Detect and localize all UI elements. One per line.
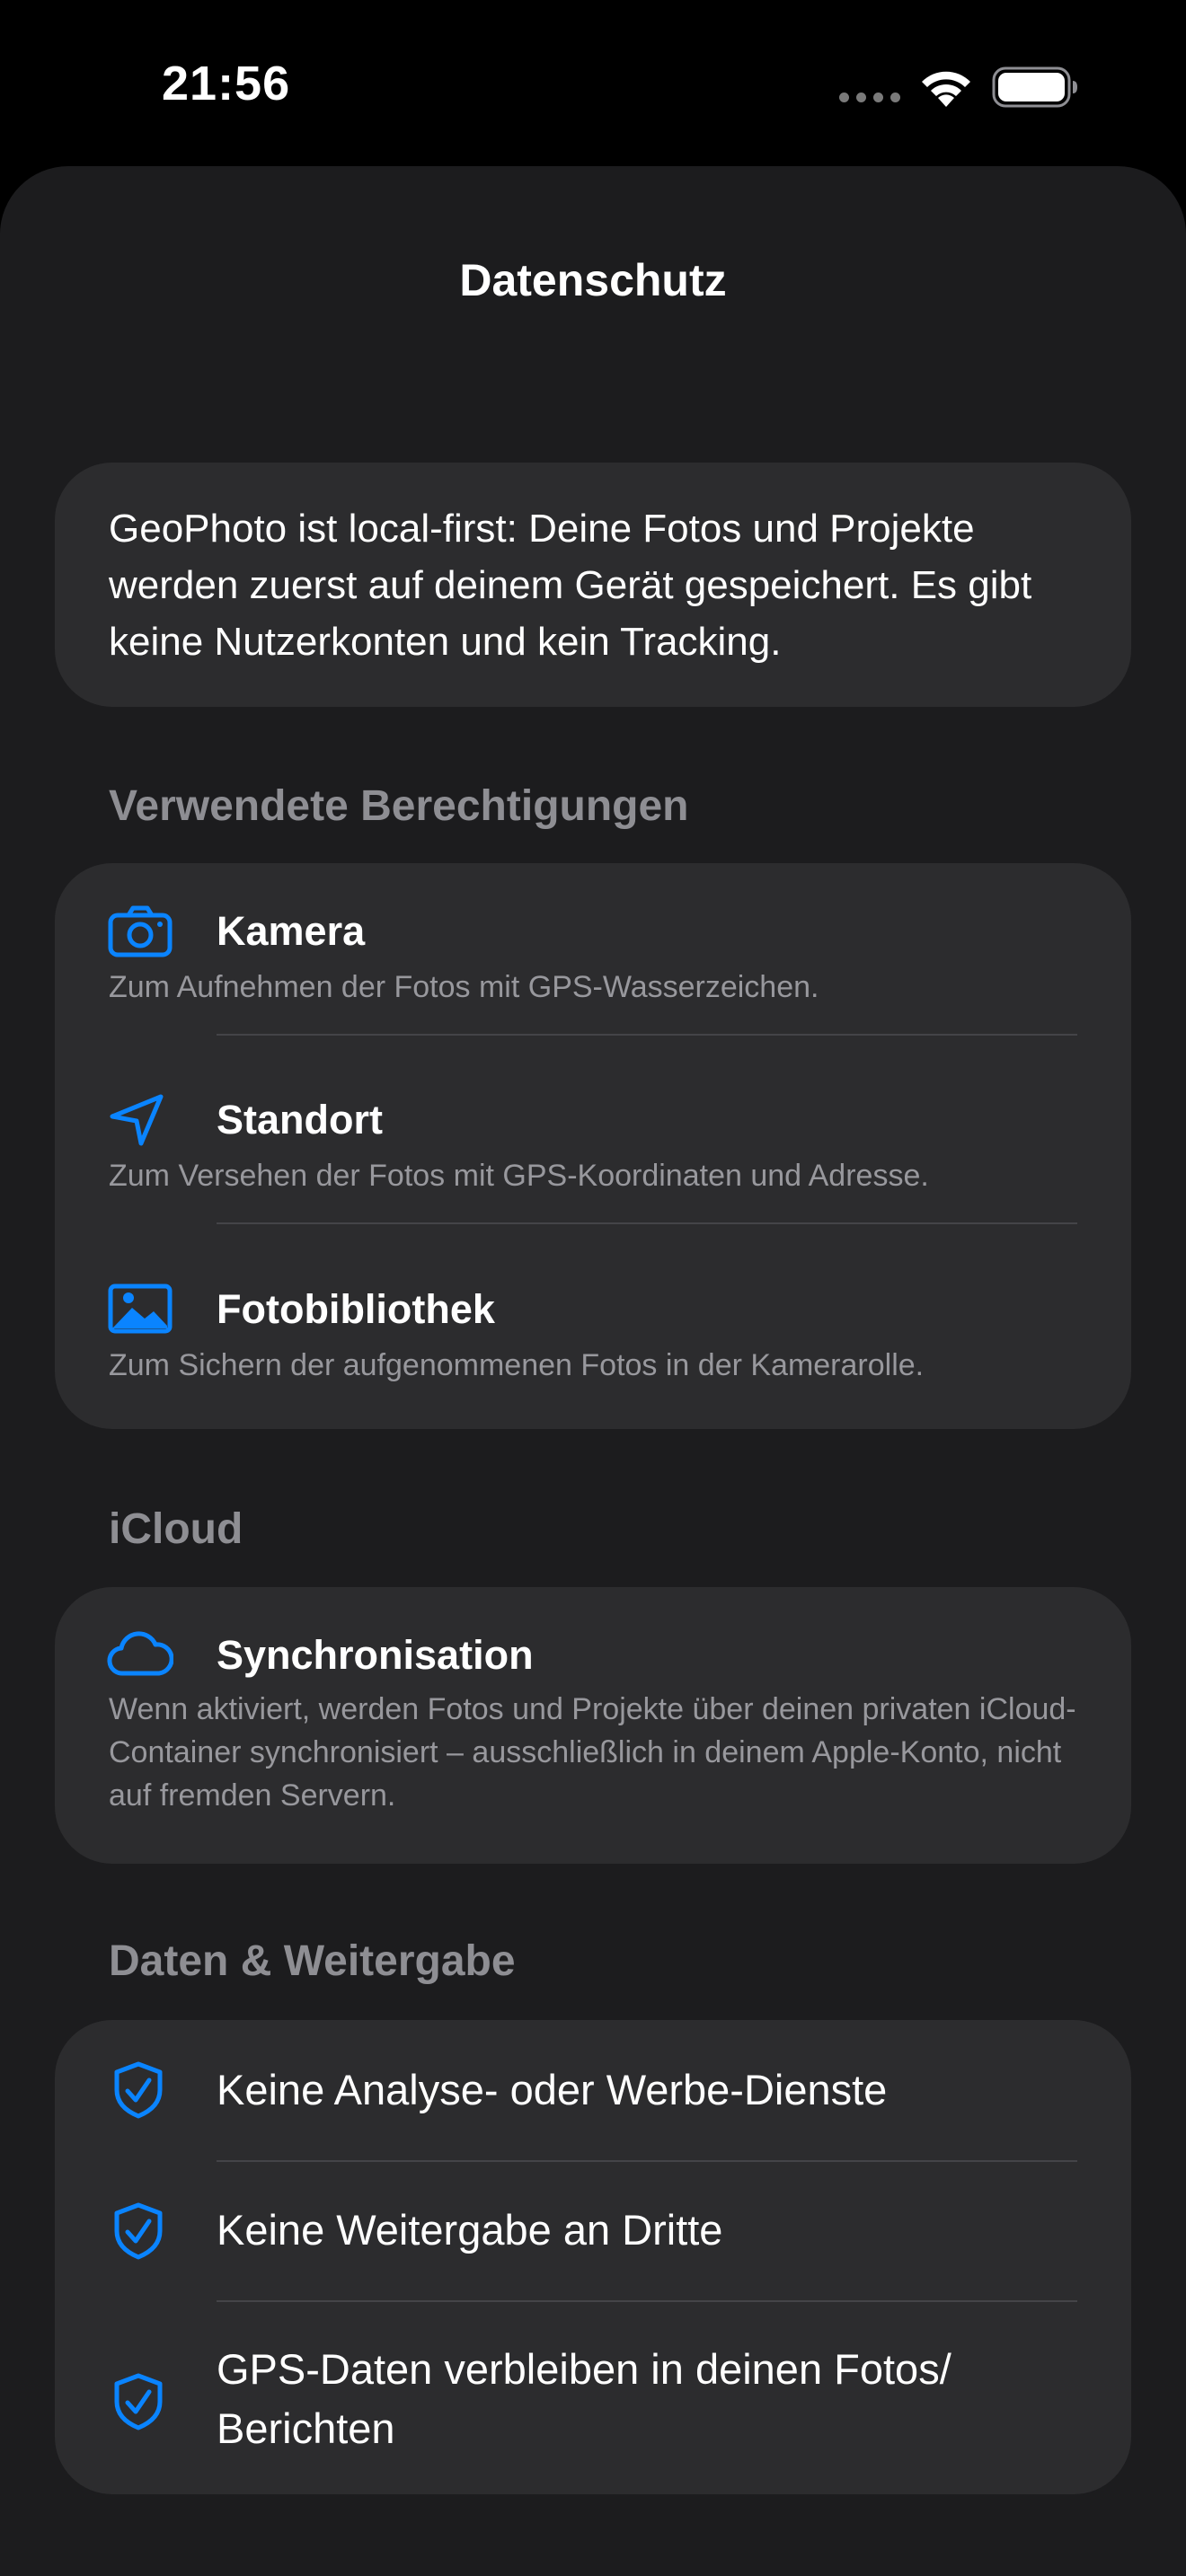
intro-text: GeoPhoto ist local-first: Deine Fotos un… bbox=[109, 507, 1032, 664]
status-bar: 21:56 bbox=[0, 0, 1186, 166]
privacy-sheet: Datenschutz GeoPhoto ist local-first: De… bbox=[0, 166, 1186, 2576]
section-header-icloud: iCloud bbox=[109, 1505, 243, 1553]
data-sharing-item: Keine Analyse- oder Werbe-Dienste bbox=[217, 2066, 888, 2113]
divider bbox=[217, 1222, 1077, 1224]
shield-check-icon bbox=[114, 2202, 163, 2260]
divider bbox=[217, 2160, 1077, 2162]
data-sharing-item: GPS-Daten verbleiben in deinen Fotos/ Be… bbox=[217, 2345, 951, 2452]
battery-icon bbox=[992, 66, 1077, 108]
permission-description: Zum Sichern der aufgenommenen Fotos in d… bbox=[109, 1348, 925, 1382]
cloud-icon bbox=[107, 1631, 173, 1676]
data-sharing-card: Keine Analyse- oder Werbe-Dienste Keine … bbox=[55, 2020, 1131, 2494]
icloud-card[interactable]: Synchronisation Wenn aktiviert, werden F… bbox=[55, 1587, 1131, 1864]
camera-icon bbox=[108, 905, 173, 957]
icloud-sync-description: Wenn aktiviert, werden Fotos und Projekt… bbox=[109, 1692, 1076, 1813]
cellular-signal-icon bbox=[839, 93, 902, 105]
shield-check-icon bbox=[114, 2373, 163, 2430]
section-header-data-sharing: Daten & Weitergabe bbox=[109, 1937, 516, 1985]
permission-row-location[interactable]: Standort Zum Versehen der Fotos mit GPS-… bbox=[55, 1052, 1131, 1240]
data-sharing-item: Keine Weitergabe an Dritte bbox=[217, 2206, 723, 2254]
permission-description: Zum Aufnehmen der Fotos mit GPS-Wasserze… bbox=[109, 970, 819, 1004]
permission-title: Standort bbox=[217, 1097, 383, 1142]
permission-title: Fotobibliothek bbox=[217, 1286, 495, 1332]
permissions-card: Kamera Zum Aufnehmen der Fotos mit GPS-W… bbox=[55, 863, 1131, 1429]
wifi-icon bbox=[922, 71, 970, 107]
page-title: Datenschutz bbox=[459, 255, 727, 305]
shield-check-icon bbox=[114, 2061, 163, 2119]
icloud-sync-title: Synchronisation bbox=[217, 1632, 534, 1678]
photo-library-icon bbox=[108, 1284, 173, 1334]
intro-card: GeoPhoto ist local-first: Deine Fotos un… bbox=[55, 463, 1131, 707]
permission-title: Kamera bbox=[217, 908, 366, 954]
permission-row-photo-library[interactable]: Fotobibliothek Zum Sichern der aufgenomm… bbox=[55, 1241, 1131, 1430]
location-arrow-icon bbox=[110, 1094, 164, 1146]
permission-description: Zum Versehen der Fotos mit GPS-Koordinat… bbox=[109, 1159, 929, 1193]
status-time: 21:56 bbox=[162, 57, 291, 110]
divider bbox=[217, 2300, 1077, 2302]
section-header-permissions: Verwendete Berechtigungen bbox=[109, 782, 689, 830]
permission-row-camera[interactable]: Kamera Zum Aufnehmen der Fotos mit GPS-W… bbox=[55, 863, 1131, 1052]
divider bbox=[217, 1034, 1077, 1036]
